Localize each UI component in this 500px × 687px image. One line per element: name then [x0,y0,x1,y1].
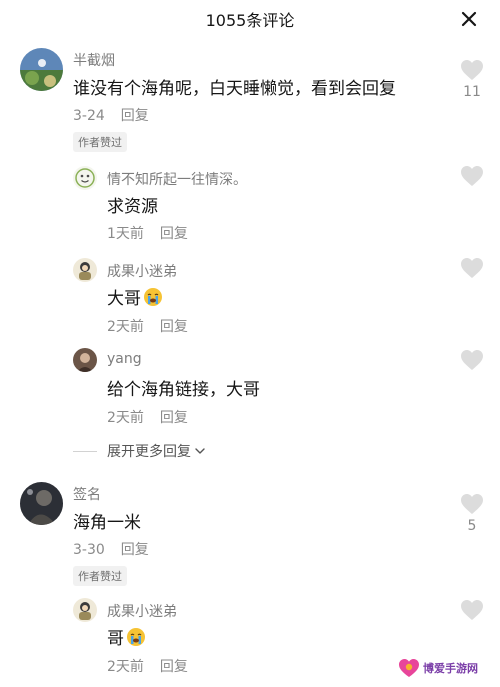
close-icon[interactable] [458,8,480,30]
like-count: 5 [467,518,477,534]
comment-text-content: 哥 [107,629,124,649]
heart-icon[interactable] [460,349,484,371]
expand-more-replies[interactable]: 展开更多回复 [73,441,206,461]
chevron-down-icon [195,448,205,454]
reply-button[interactable]: 回复 [121,108,149,124]
comments-header: 1055条评论 [0,0,500,36]
avatar[interactable] [73,348,97,372]
comment-username[interactable]: yang [107,351,142,367]
avatar[interactable] [73,258,97,282]
comment-text: 谁没有个海角呢，白天睡懒觉，看到会回复 [73,79,396,99]
comment-date: 3-24 [73,108,105,124]
author-liked-badge: 作者赞过 [73,132,127,152]
heart-icon[interactable] [460,599,484,621]
comment-meta: 1天前 回复 [107,223,204,243]
avatar[interactable] [73,166,97,190]
like-count: 11 [463,84,481,100]
comment-meta: 2天前 回复 [107,407,204,427]
comment-meta: 2天前 回复 [107,656,204,676]
comment-username[interactable]: 半截烟 [73,50,115,70]
comment-text: 求资源 [107,197,158,217]
comment-date: 2天前 [107,319,144,335]
comment-date: 1天前 [107,226,144,242]
heart-icon[interactable] [460,257,484,279]
comment-date: 3-30 [73,542,105,558]
comment-username[interactable]: 成果小迷弟 [107,261,177,281]
heart-icon[interactable] [460,59,484,81]
heart-icon[interactable] [460,165,484,187]
reply-button[interactable]: 回复 [160,659,188,675]
divider [73,450,97,452]
crying-face-icon [144,288,162,306]
avatar[interactable] [20,48,63,91]
watermark-logo-icon [399,659,419,677]
comment-text: 大哥 [107,284,163,309]
comment-meta: 2天前 回复 [107,316,204,336]
comment-text: 哥 [107,624,146,649]
comment-meta: 3-30 回复 [73,539,165,559]
comment-meta: 3-24 回复 [73,105,165,125]
reply-button[interactable]: 回复 [121,542,149,558]
comment-username[interactable]: 签名 [73,484,101,504]
comment-date: 2天前 [107,410,144,426]
expand-more-label: 展开更多回复 [107,444,191,460]
avatar[interactable] [73,598,97,622]
reply-button[interactable]: 回复 [160,410,188,426]
comment-text: 给个海角链接，大哥 [107,380,260,400]
comment-username[interactable]: 情不知所起一往情深。 [107,169,247,189]
author-liked-badge: 作者赞过 [73,566,127,586]
watermark: 博爱手游网 [398,653,494,683]
reply-button[interactable]: 回复 [160,226,188,242]
comment-text: 海角一米 [73,513,141,533]
crying-face-icon [127,628,145,646]
watermark-text: 博爱手游网 [423,661,478,675]
comment-date: 2天前 [107,659,144,675]
avatar[interactable] [20,482,63,525]
comment-count-title: 1055条评论 [205,11,295,30]
heart-icon[interactable] [460,493,484,515]
comment-username[interactable]: 成果小迷弟 [107,601,177,621]
comment-text-content: 大哥 [107,289,141,309]
reply-button[interactable]: 回复 [160,319,188,335]
